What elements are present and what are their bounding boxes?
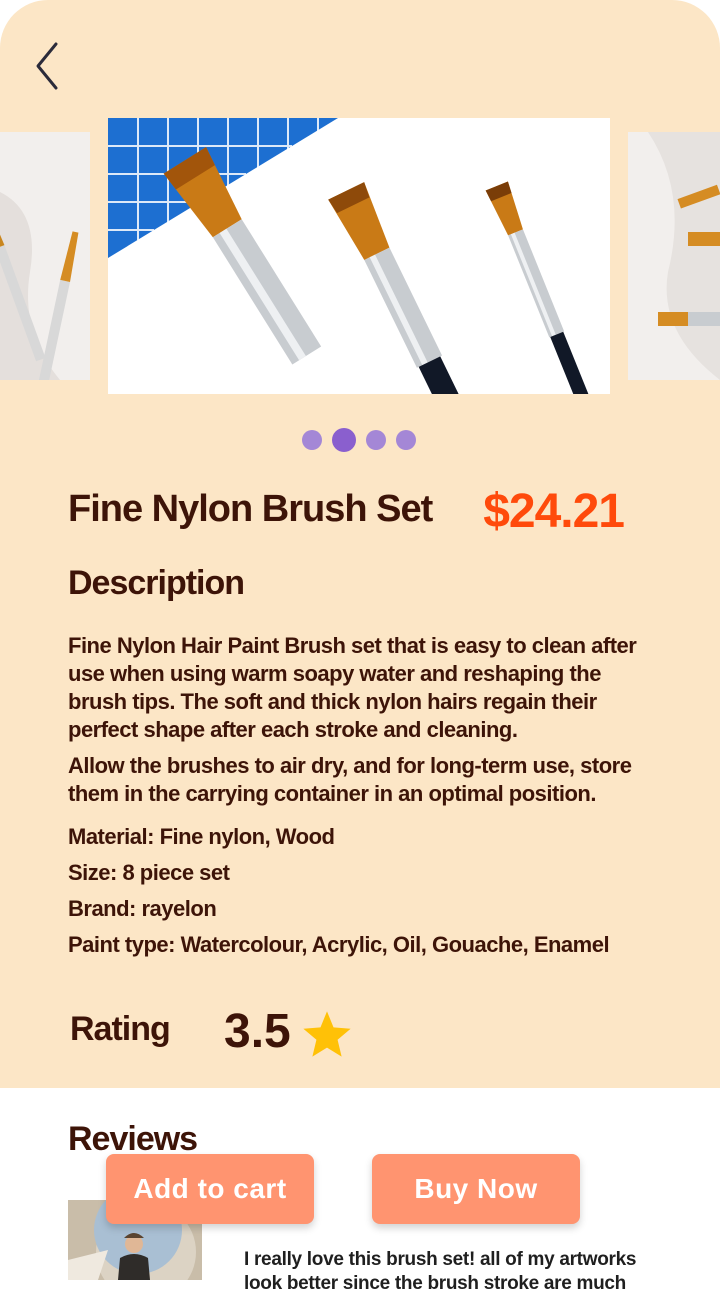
spec-brand: Brand: rayelon [68,896,217,921]
carousel-slide-previous[interactable] [0,132,90,380]
carousel-dot-3[interactable] [366,430,386,450]
product-price: $24.21 [483,485,625,538]
spec-size: Size: 8 piece set [68,860,230,885]
carousel-pagination [302,428,422,454]
add-to-cart-button[interactable]: Add to cart [106,1154,314,1224]
review-text: I really love this brush set! all of my … [244,1249,637,1294]
carousel-slide-next[interactable] [628,132,720,380]
description-paragraph: Fine Nylon Hair Paint Brush set that is … [68,633,637,742]
carousel-dot-1[interactable] [302,430,322,450]
back-chevron-icon [36,42,58,90]
carousel-slide-current[interactable] [108,118,610,394]
product-title: Fine Nylon Brush Set [68,488,433,530]
product-image [108,118,610,394]
star-icon [303,1011,351,1057]
description-paragraph: Allow the brushes to air dry, and for lo… [68,753,632,806]
description-heading: Description [68,564,245,602]
description-text: Fine Nylon Hair Paint Brush set that is … [68,632,638,816]
spec-paint-type: Paint type: Watercolour, Acrylic, Oil, G… [68,932,610,957]
carousel-dot-4[interactable] [396,430,416,450]
rating-value: 3.5 [224,1005,291,1058]
buy-now-button[interactable]: Buy Now [372,1154,580,1224]
spec-material: Material: Fine nylon, Wood [68,824,335,849]
back-button[interactable] [28,40,68,92]
carousel-dot-2[interactable] [332,428,356,452]
rating-label: Rating [70,1010,171,1048]
